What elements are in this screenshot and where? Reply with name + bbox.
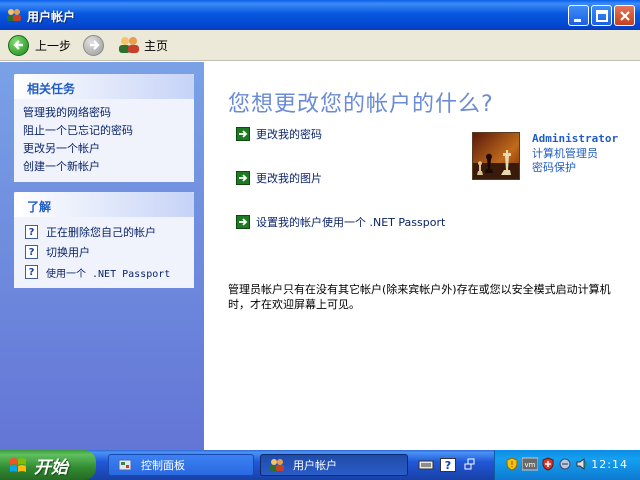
home-button[interactable]: 主页 [118, 33, 168, 57]
speaker-icon[interactable] [575, 457, 589, 471]
learn-label: 正在删除您自己的帐户 [46, 226, 156, 239]
users-icon [7, 9, 21, 21]
users-home-icon [119, 37, 139, 53]
clock[interactable]: 12:14 [591, 458, 628, 471]
task-link[interactable]: 创建一个新帐户 [23, 158, 186, 176]
vmware-icon[interactable]: vm [522, 457, 538, 471]
change-password-link[interactable]: 更改我的密码 [236, 126, 322, 142]
change-picture-link[interactable]: 更改我的图片 [236, 170, 322, 186]
action-label: 设置我的帐户使用一个 .NET Passport [256, 216, 446, 229]
maximize-button[interactable] [591, 5, 612, 26]
keyboard-icon[interactable] [418, 456, 434, 474]
user-picture-chess [472, 132, 520, 180]
task-link[interactable]: 管理我的网络密码 [23, 104, 186, 122]
related-tasks-panel: 相关任务 管理我的网络密码 阻止一个已忘记的密码 更改另一个帐户 创建一个新帐户 [14, 74, 194, 182]
start-button[interactable]: 开始 [0, 450, 96, 480]
minimize-icon [574, 19, 581, 22]
users-icon [270, 459, 284, 471]
learn-link[interactable]: ? 使用一个 .NET Passport [23, 262, 186, 282]
help-icon: ? [25, 265, 38, 279]
help-icon[interactable]: ? [440, 458, 456, 472]
main-content: 您想更改您的帐户的什么? 更改我的密码 更改我的图片 设置我的帐户使用一个 .N… [204, 62, 640, 450]
back-button[interactable]: 上一步 [8, 33, 71, 57]
learn-label: 切换用户 [46, 246, 90, 259]
related-tasks-header[interactable]: 相关任务 [14, 74, 194, 99]
learn-about-panel: 了解 ? 正在删除您自己的帐户 ? 切换用户 ? 使用一个 .NET Passp… [14, 192, 194, 288]
windows-logo-icon [10, 458, 26, 472]
taskbar: 开始 控制面板 用户帐户 ? ! vm 12:14 [0, 450, 640, 480]
admin-visibility-note: 管理员帐户只有在没有其它帐户(除来宾帐户外)存在或您以安全模式启动计算机时，才在… [228, 283, 611, 311]
page-heading: 您想更改您的帐户的什么? [228, 92, 494, 117]
system-tray: ! vm 12:14 [494, 450, 640, 480]
task-link[interactable]: 更改另一个帐户 [23, 140, 186, 158]
forward-arrow-icon [83, 34, 104, 56]
user-accounts-window: 用户帐户 上一步 主页 相关任务 管理我的网络密码 阻止一个已忘记的密码 更改另… [0, 0, 640, 450]
taskbar-button-label: 控制面板 [141, 459, 185, 472]
svg-text:vm: vm [525, 461, 536, 469]
green-arrow-icon [236, 127, 250, 141]
control-panel-icon [118, 459, 132, 471]
green-arrow-icon [236, 171, 250, 185]
forward-button[interactable] [83, 33, 104, 57]
green-arrow-icon [236, 215, 250, 229]
back-label: 上一步 [35, 38, 72, 53]
learn-about-header[interactable]: 了解 [14, 192, 194, 217]
title-bar[interactable]: 用户帐户 [0, 0, 640, 30]
svg-text:!: ! [510, 460, 513, 469]
maximize-icon [596, 10, 608, 22]
user-password-status: 密码保护 [532, 161, 576, 174]
action-label: 更改我的密码 [256, 128, 322, 141]
setup-passport-link[interactable]: 设置我的帐户使用一个 .NET Passport [236, 214, 445, 230]
help-icon: ? [25, 225, 38, 239]
security-shield-icon[interactable]: ! [505, 457, 519, 471]
navigation-toolbar: 上一步 主页 [0, 30, 640, 61]
task-link[interactable]: 阻止一个已忘记的密码 [23, 122, 186, 140]
close-button[interactable] [614, 5, 635, 26]
learn-label: 使用一个 .NET Passport [46, 268, 171, 280]
related-tasks-list: 管理我的网络密码 阻止一个已忘记的密码 更改另一个帐户 创建一个新帐户 [14, 99, 194, 182]
learn-link[interactable]: ? 切换用户 [23, 242, 186, 262]
restore-icon[interactable] [462, 456, 478, 474]
help-icon: ? [25, 245, 38, 259]
back-arrow-icon [8, 34, 29, 56]
close-icon [620, 11, 630, 21]
window-title: 用户帐户 [27, 10, 76, 24]
minimize-button[interactable] [568, 5, 589, 26]
learn-about-list: ? 正在删除您自己的帐户 ? 切换用户 ? 使用一个 .NET Passport [14, 217, 194, 288]
learn-link[interactable]: ? 正在删除您自己的帐户 [23, 222, 186, 242]
start-label: 开始 [34, 457, 68, 478]
taskbar-button-label: 用户帐户 [293, 459, 337, 472]
taskbar-button-control-panel[interactable]: 控制面板 [108, 454, 254, 476]
firewall-shield-icon[interactable] [541, 457, 555, 471]
home-label: 主页 [144, 38, 169, 53]
taskbar-button-user-accounts[interactable]: 用户帐户 [260, 454, 408, 476]
user-name: Administrator [532, 132, 619, 145]
action-label: 更改我的图片 [256, 172, 322, 185]
task-pane: 相关任务 管理我的网络密码 阻止一个已忘记的密码 更改另一个帐户 创建一个新帐户… [0, 62, 204, 450]
network-icon[interactable] [558, 457, 572, 471]
